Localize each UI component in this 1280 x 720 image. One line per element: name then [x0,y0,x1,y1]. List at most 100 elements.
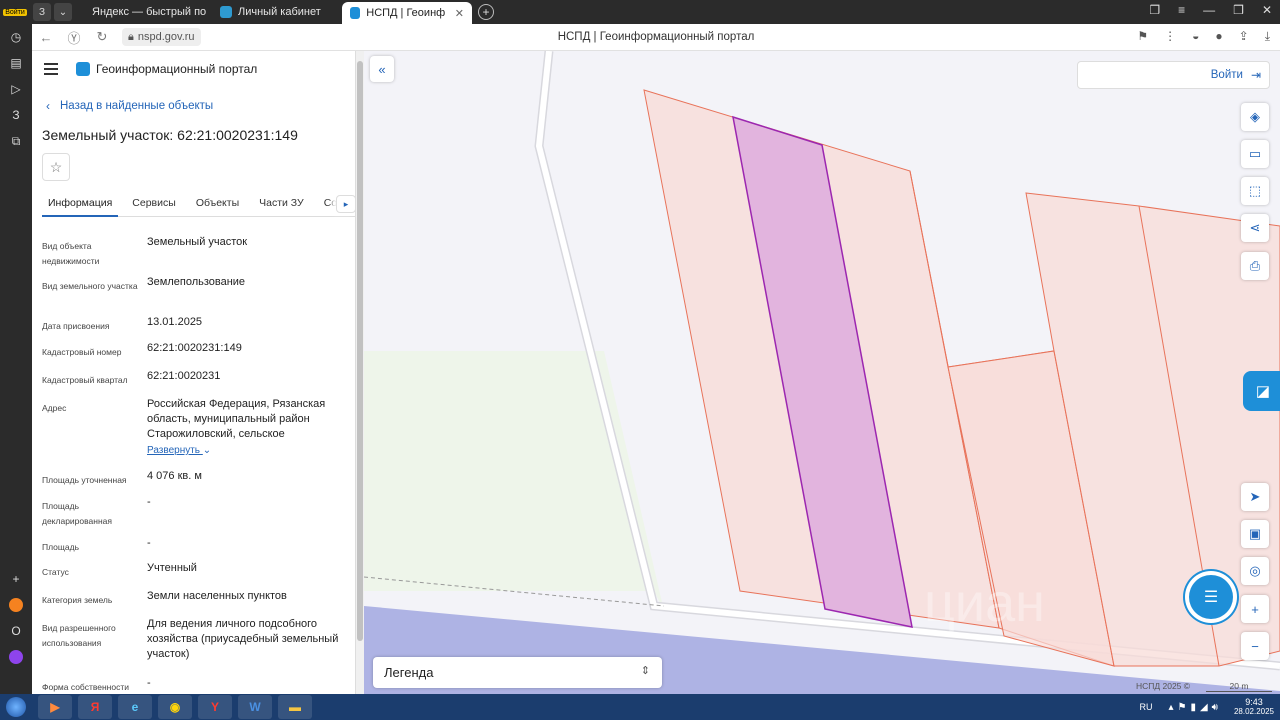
tabs-menu-chevron-icon[interactable]: ⌄ [54,3,72,21]
field-label: Площадь уточненная [42,475,127,485]
login-button[interactable]: Войти ⇥ [1077,61,1270,89]
area-select-icon[interactable]: ⬚ [1241,177,1269,205]
field-label: Статус [42,567,69,577]
chevron-left-icon: ‹ [46,99,50,113]
word-icon[interactable]: W [238,695,272,719]
more-icon[interactable]: ⋮ [1164,29,1176,44]
layers-icon[interactable]: ◈ [1241,103,1269,131]
collapse-panel-icon[interactable]: « [370,56,394,82]
tab-cabinet[interactable]: Личный кабинет [212,2,336,22]
locate-icon[interactable]: ➤ [1241,483,1269,511]
ie-icon[interactable]: e [118,695,152,719]
reload-icon[interactable]: ↻ [88,29,116,45]
yandex-y-icon[interactable]: Ⓨ [60,28,88,47]
field-value: - [147,496,151,508]
map-copyright: НСПД 2025 © [1136,681,1191,691]
close-tab-icon[interactable]: ✕ [455,7,464,20]
history-icon[interactable]: ◷ [0,24,32,50]
media-player-icon[interactable]: ▶ [38,695,72,719]
map-view[interactable]: циан « Войти ⇥ ◈ ▭ ⬚ ⋖ ⎙ ◪ ➤ ▣ ◎ ☰ + − Ле… [364,51,1280,694]
chevron-down-icon: ⌄ [202,445,212,456]
portal-logo-icon [76,62,90,76]
tabs-scroll-right-icon[interactable]: ▸ [336,195,356,213]
clock-time: 9:43 [1245,697,1263,707]
minimap-icon[interactable]: ▣ [1241,520,1269,548]
tab-label: Яндекс — быстрый поиск [92,6,206,18]
field-value: Учтенный [147,562,197,574]
extension2-icon[interactable]: ● [1215,29,1222,44]
yandex-browser-icon[interactable]: З [33,3,51,21]
field-value: Землепользование [147,276,246,288]
yandex-app-icon[interactable]: Я [78,695,112,719]
panel-scrollbar[interactable] [355,51,364,694]
info-tabs: Информация Сервисы Объекты Части ЗУ Сост… [42,191,356,217]
clock-date: 28.02.2025 [1233,707,1274,716]
geo-pin-icon[interactable]: ◎ [1241,557,1269,585]
back-to-results-link[interactable]: ‹ Назад в найденные объекты [46,99,213,113]
chat-icon[interactable]: ☰ [1189,575,1233,619]
bookmarks-icon[interactable]: ▤ [0,50,32,76]
tab-parts[interactable]: Части ЗУ [253,191,310,217]
new-tab-icon[interactable]: + [478,4,494,20]
scrollbar-thumb[interactable] [357,61,363,641]
url-field[interactable]: 🔒︎ nspd.gov.ru [122,28,201,46]
bookmark-icon[interactable]: ⚑ [1137,29,1148,44]
field-value: 62:21:0020231:149 [147,342,242,354]
field-value: Российская Федерация, Рязанская область,… [147,398,326,440]
field-label: Кадастровый номер [42,347,122,357]
close-window-icon[interactable]: ✕ [1262,3,1272,17]
field-label: Форма собственности [42,682,129,692]
nspd-assistant-icon[interactable]: ◪ [1243,371,1280,411]
page-title: НСПД | Геоинформационный портал [557,31,755,43]
yandex-browser-app-icon[interactable]: Y [198,695,232,719]
minimize-icon[interactable]: — [1203,3,1215,17]
tab-objects[interactable]: Объекты [190,191,245,217]
map-scale: 20 m [1206,681,1272,692]
clock[interactable]: 9:43 28.02.2025 [1234,697,1274,717]
field-label: Площадь [42,542,80,552]
menu-burger-icon[interactable] [44,63,58,75]
browser-tab-bar: Войти З ⌄ Яндекс — быстрый поиск Личный … [0,0,1280,24]
collections-icon[interactable]: ⧉ [0,128,32,154]
tab-information[interactable]: Информация [42,191,119,217]
extension-icon[interactable]: ◒ [1192,29,1199,44]
explorer-icon[interactable]: ▬ [278,695,312,719]
field-value: 4 076 кв. м [147,470,202,482]
start-button[interactable] [0,694,32,720]
o-icon[interactable]: O [0,618,32,644]
share-icon[interactable]: ⇪ [1239,29,1249,44]
chrome-icon[interactable]: ◉ [158,695,192,719]
tab-nspd[interactable]: НСПД | Геоинформационный ✕ [342,2,472,24]
language-indicator[interactable]: RU [1139,702,1152,712]
expand-address-link[interactable]: Развернуть ⌄ [147,445,211,456]
field-value: Земли населенных пунктов [147,590,287,602]
zoom-out-icon[interactable]: − [1241,632,1269,660]
zoom-in-icon[interactable]: + [1241,595,1269,623]
tabs-icon[interactable]: ❐ [1149,3,1160,17]
back-arrow-icon[interactable]: ← [32,30,60,45]
download-icon[interactable]: ⤓ [1265,29,1270,44]
tab-label: Личный кабинет [238,6,321,18]
lock-icon: 🔒︎ [128,30,134,43]
zen-icon[interactable]: З [0,102,32,128]
map-canvas[interactable]: циан [364,51,1280,694]
alice-icon[interactable] [0,644,32,670]
profile-button[interactable]: Войти [0,0,30,24]
restore-icon[interactable]: ❒ [1233,3,1244,17]
tray-icons[interactable]: ▴⚑▮◢🔊︎ [1168,702,1221,713]
panel-header: Геоинформационный портал [32,51,356,87]
print-icon[interactable]: ⎙ [1241,252,1269,280]
favorite-star-icon[interactable]: ☆ [42,153,70,181]
add-icon[interactable]: + [0,566,32,592]
legend-dropdown[interactable]: Легенда ⇕ [373,657,662,688]
windows-logo-icon [6,697,26,717]
ruler-icon[interactable]: ▭ [1241,140,1269,168]
tab-yandex[interactable]: Яндекс — быстрый поиск [78,2,206,22]
menu-icon[interactable]: ≡ [1178,3,1185,17]
portal-brand: Геоинформационный портал [96,62,258,76]
play-icon[interactable]: ▷ [0,76,32,102]
fox-icon[interactable] [0,592,32,618]
share-icon[interactable]: ⋖ [1241,214,1269,242]
tab-services[interactable]: Сервисы [126,191,182,217]
url-text: nspd.gov.ru [137,31,195,43]
